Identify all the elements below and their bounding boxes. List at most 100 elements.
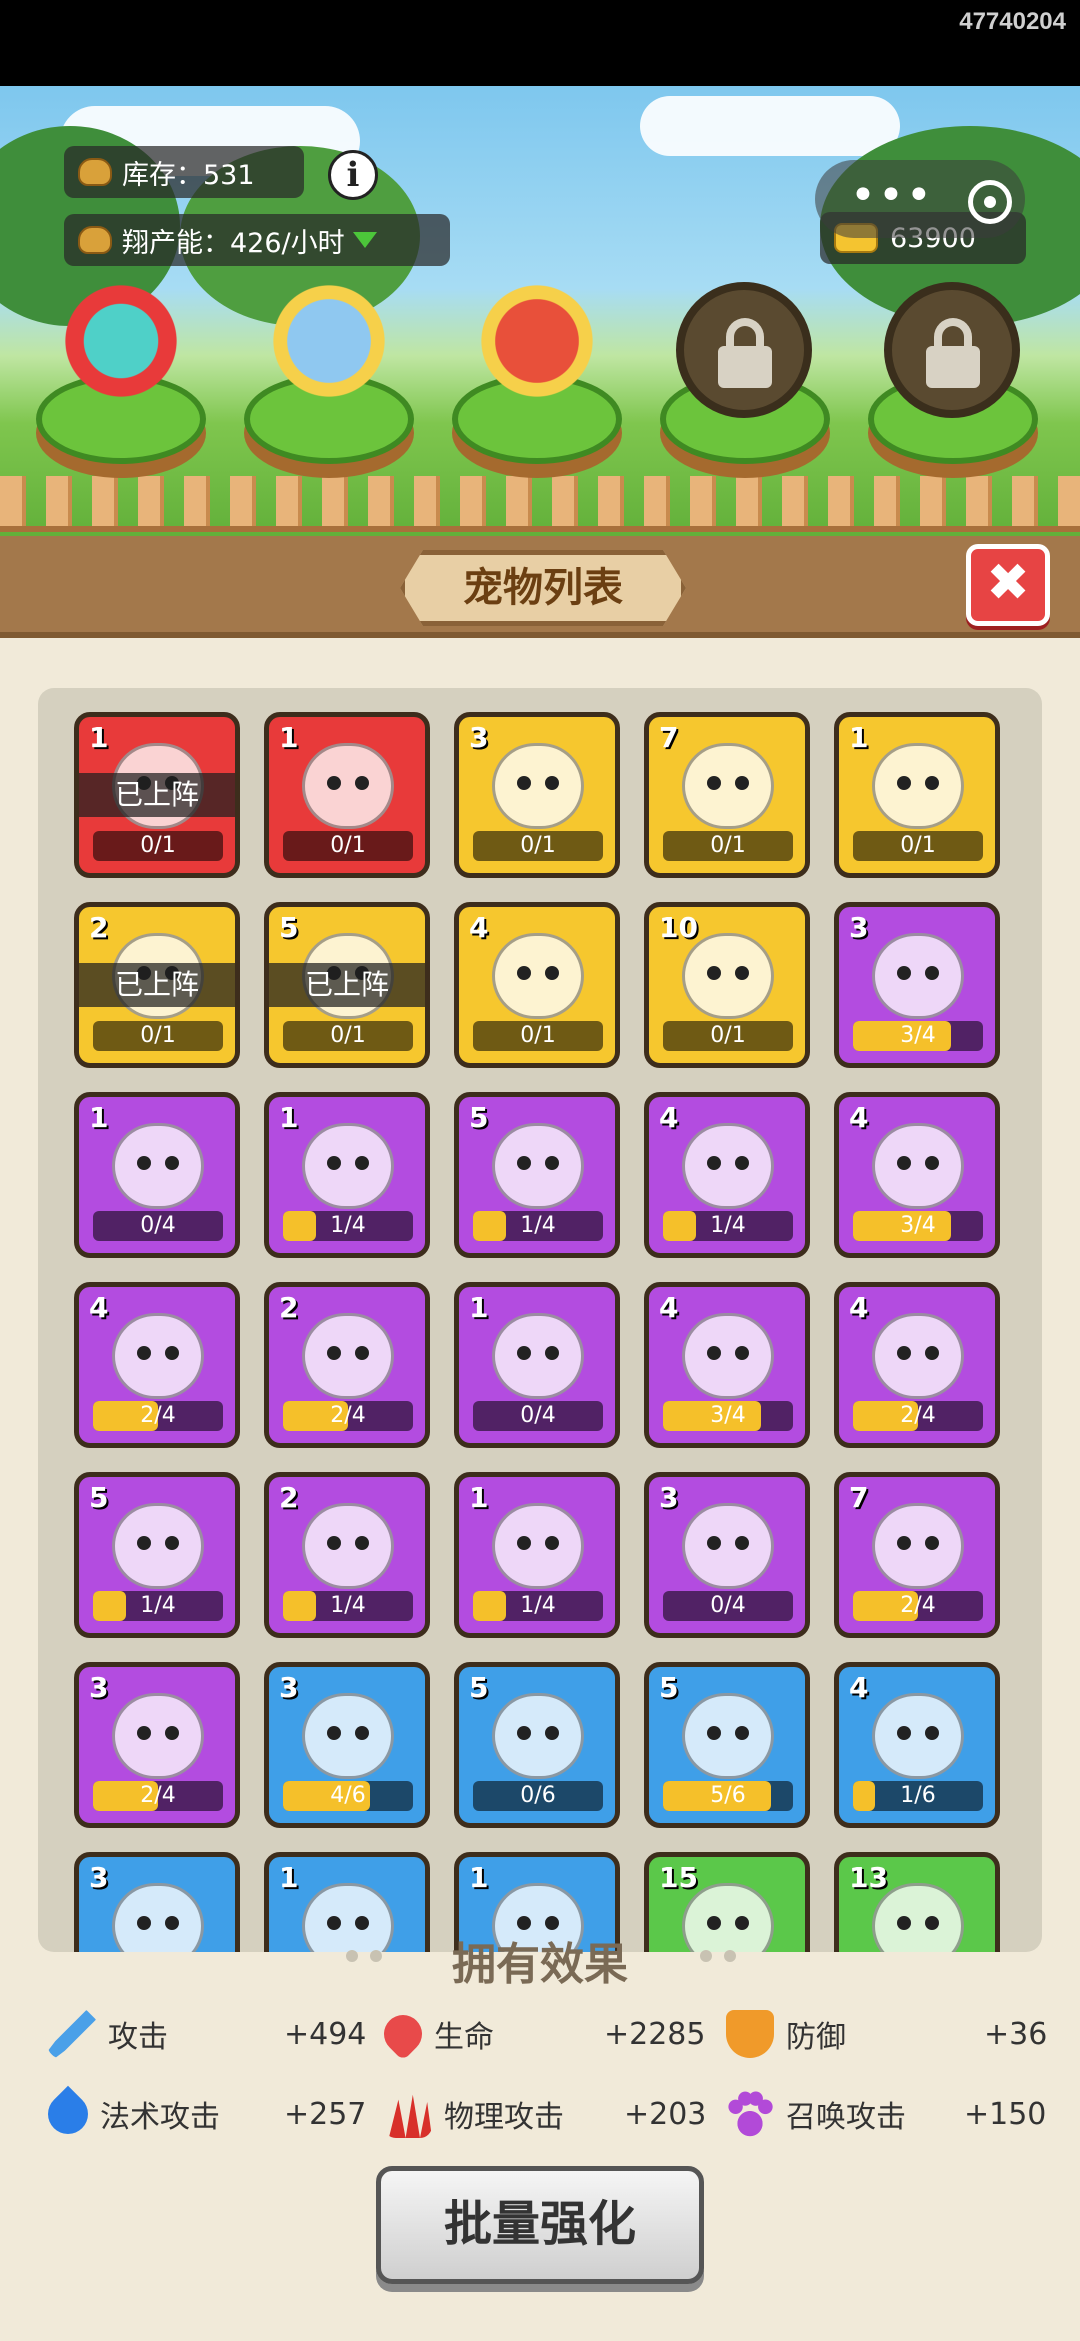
poop-bag-icon: [78, 226, 112, 254]
effect-defense: 防御: [726, 2006, 846, 2062]
pet-level: 1: [469, 1481, 489, 1514]
pet-fragment-progress: 0/1: [93, 831, 223, 861]
pet-level: 4: [659, 1101, 679, 1134]
pet-card[interactable]: 4 0/1: [454, 902, 620, 1068]
pet-card[interactable]: 1 0/1: [264, 712, 430, 878]
pet-fragment-progress: 1/4: [473, 1591, 603, 1621]
pet-card[interactable]: 5 1/4: [454, 1092, 620, 1258]
pet-level: 4: [469, 911, 489, 944]
pet-card[interactable]: 4 2/4: [74, 1282, 240, 1448]
pet-level: 3: [89, 1861, 109, 1894]
pet-card[interactable]: 3 3/4: [834, 902, 1000, 1068]
effect-magic-attack: 法术攻击: [39, 2085, 220, 2143]
pet-fragment-progress: 2/4: [93, 1781, 223, 1811]
pet-fragment-progress: 1/4: [473, 1211, 603, 1241]
pet-level: 7: [849, 1481, 869, 1514]
pet-card[interactable]: 2 2/4: [264, 1282, 430, 1448]
pet-card[interactable]: 5 1/4: [74, 1472, 240, 1638]
pet-level: 10: [659, 911, 698, 944]
pet-card[interactable]: 1 1/4: [454, 1472, 620, 1638]
progress-text: 0/6: [520, 1783, 556, 1808]
pet-card[interactable]: 4 1/4: [644, 1092, 810, 1258]
batch-upgrade-button[interactable]: 批量强化: [376, 2166, 704, 2284]
pet-level: 1: [279, 1861, 299, 1894]
cloud: [640, 96, 900, 156]
pet-fragment-progress: 4/6: [283, 1781, 413, 1811]
pet-level: 2: [89, 911, 109, 944]
pet-fragment-progress: 3/4: [853, 1211, 983, 1241]
claw-icon: [388, 2094, 432, 2138]
close-miniprogram-button[interactable]: [968, 180, 1012, 224]
pet-card[interactable]: 4 3/4: [834, 1092, 1000, 1258]
poop-bag-icon: [78, 158, 112, 186]
pet-card[interactable]: 4 1/6: [834, 1662, 1000, 1828]
pet-fragment-progress: 2/4: [93, 1401, 223, 1431]
panel-title: 宠物列表: [400, 550, 686, 626]
pet-card[interactable]: 1 0/1: [834, 712, 1000, 878]
pet-list-panel: 宠物列表 ✖ 1 0/1 已上阵 1 0/1 3 0/1 7 0/1 1 0/1 2 0/1 已上阵 5 0/…: [0, 536, 1080, 2341]
pet-fragment-progress: 0/4: [473, 1401, 603, 1431]
down-arrow-icon: [352, 232, 377, 248]
effect-value: +203: [624, 2096, 707, 2132]
pet-card[interactable]: 7 0/1: [644, 712, 810, 878]
close-button[interactable]: ✖: [966, 544, 1050, 626]
effect-label: 法术攻击: [100, 2100, 220, 2135]
pet-portrait: [302, 743, 394, 829]
pet-level: 5: [469, 1671, 489, 1704]
pet-level: 1: [469, 1861, 489, 1894]
pet-card[interactable]: 3 0/1: [454, 712, 620, 878]
pet-level: 5: [89, 1481, 109, 1514]
status-bar: 47740204: [0, 0, 1080, 86]
pet-level: 3: [279, 1671, 299, 1704]
pet-card[interactable]: 2 0/1 已上阵: [74, 902, 240, 1068]
info-button[interactable]: i: [328, 150, 378, 200]
pet-level: 4: [849, 1291, 869, 1324]
pet-card[interactable]: 4 3/4: [644, 1282, 810, 1448]
pet-card[interactable]: 5 5/6: [644, 1662, 810, 1828]
progress-text: 0/4: [140, 1213, 176, 1238]
pet-card[interactable]: 4 2/4: [834, 1282, 1000, 1448]
sword-icon: [48, 2010, 96, 2058]
flame-icon: [39, 2085, 97, 2143]
deployed-pet-dragon[interactable]: [56, 276, 186, 406]
pet-fragment-progress: 2/4: [283, 1401, 413, 1431]
pet-card[interactable]: 2 1/4: [264, 1472, 430, 1638]
pet-level: 4: [849, 1101, 869, 1134]
pet-card[interactable]: 5 0/1 已上阵: [264, 902, 430, 1068]
pet-portrait: [112, 1123, 204, 1209]
progress-text: 0/1: [520, 833, 556, 858]
progress-fill: [93, 1591, 126, 1621]
pet-card[interactable]: 5 0/6: [454, 1662, 620, 1828]
panel-header: 宠物列表 ✖: [0, 536, 1080, 638]
pet-grid-container[interactable]: 1 0/1 已上阵 1 0/1 3 0/1 7 0/1 1 0/1 2 0/1 已上阵 5 0/1 已上阵 4 0/…: [38, 688, 1042, 1952]
pet-portrait: [492, 1313, 584, 1399]
pet-fragment-progress: 1/4: [283, 1211, 413, 1241]
pet-portrait: [682, 1503, 774, 1589]
pet-level: 4: [849, 1671, 869, 1704]
effect-summon-attack: 召唤攻击: [726, 2086, 906, 2142]
pet-fragment-progress: 0/1: [663, 1021, 793, 1051]
progress-text: 1/4: [140, 1593, 176, 1618]
pet-card[interactable]: 7 2/4: [834, 1472, 1000, 1638]
pet-card[interactable]: 1 0/4: [454, 1282, 620, 1448]
pet-card[interactable]: 1 0/1 已上阵: [74, 712, 240, 878]
pet-card[interactable]: 3 2/4: [74, 1662, 240, 1828]
pet-fragment-progress: 2/4: [853, 1591, 983, 1621]
progress-fill: [663, 1211, 696, 1241]
pet-portrait: [302, 1503, 394, 1589]
pet-portrait: [112, 1313, 204, 1399]
pet-portrait: [872, 1503, 964, 1589]
progress-text: 0/1: [710, 1023, 746, 1048]
pet-card[interactable]: 1 0/4: [74, 1092, 240, 1258]
pet-card[interactable]: 10 0/1: [644, 902, 810, 1068]
pet-card[interactable]: 3 4/6: [264, 1662, 430, 1828]
progress-text: 0/1: [330, 833, 366, 858]
effect-value: +257: [284, 2096, 367, 2132]
deployed-pet-koi[interactable]: [472, 276, 602, 406]
pet-fragment-progress: 1/6: [853, 1781, 983, 1811]
pet-card[interactable]: 3 0/4: [644, 1472, 810, 1638]
pet-fragment-progress: 0/1: [283, 831, 413, 861]
pet-card[interactable]: 1 1/4: [264, 1092, 430, 1258]
deployed-pet-elephant[interactable]: [264, 276, 394, 406]
pet-portrait: [302, 1693, 394, 1779]
